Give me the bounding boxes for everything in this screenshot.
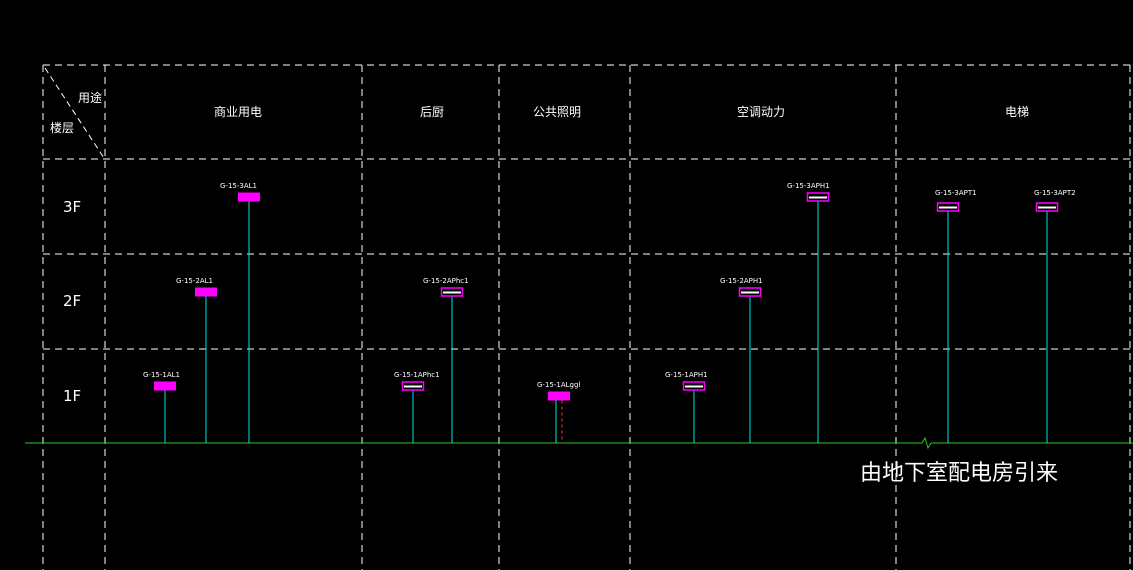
usage-header-label: 用途 — [78, 91, 103, 105]
panel-label: G-15-2AL1 — [176, 277, 213, 285]
panel-box — [195, 287, 217, 297]
panel-label: G-15-3APT2 — [1034, 189, 1076, 197]
panel-label: G-15-3APT1 — [935, 189, 977, 197]
panel-label: G-15-2APhc1 — [423, 277, 469, 285]
column-header-hvac: 空调动力 — [737, 105, 786, 119]
panel-label: G-15-2APH1 — [720, 277, 763, 285]
column-header-kitchen: 后厨 — [420, 105, 445, 119]
floor-header-label: 楼层 — [50, 121, 75, 135]
panel-label: G-15-3APH1 — [787, 182, 830, 190]
column-header-commercial: 商业用电 — [214, 105, 263, 119]
bus-break-symbol — [921, 436, 932, 450]
floor-label-1f: 1F — [63, 387, 82, 405]
panel-label: G-15-1APhc1 — [394, 371, 440, 379]
panel-label: G-15-1ALggl — [537, 381, 581, 389]
feed-source-note: 由地下室配电房引来 — [860, 461, 1059, 486]
floor-label-2f: 2F — [63, 292, 82, 310]
header-diagonal-line — [44, 67, 105, 159]
panel-label: G-15-1APH1 — [665, 371, 708, 379]
distribution-panels — [154, 192, 1059, 401]
floor-label-3f: 3F — [63, 198, 82, 216]
panel-label: G-15-1AL1 — [143, 371, 180, 379]
riser-lines — [164, 201, 1048, 443]
panel-box — [238, 192, 260, 202]
column-header-public-lighting: 公共照明 — [533, 105, 582, 119]
column-header-elevator: 电梯 — [1005, 105, 1030, 119]
panel-box — [548, 391, 570, 401]
panel-box — [154, 381, 176, 391]
table-grid — [25, 64, 1133, 570]
panel-label: G-15-3AL1 — [220, 182, 257, 190]
